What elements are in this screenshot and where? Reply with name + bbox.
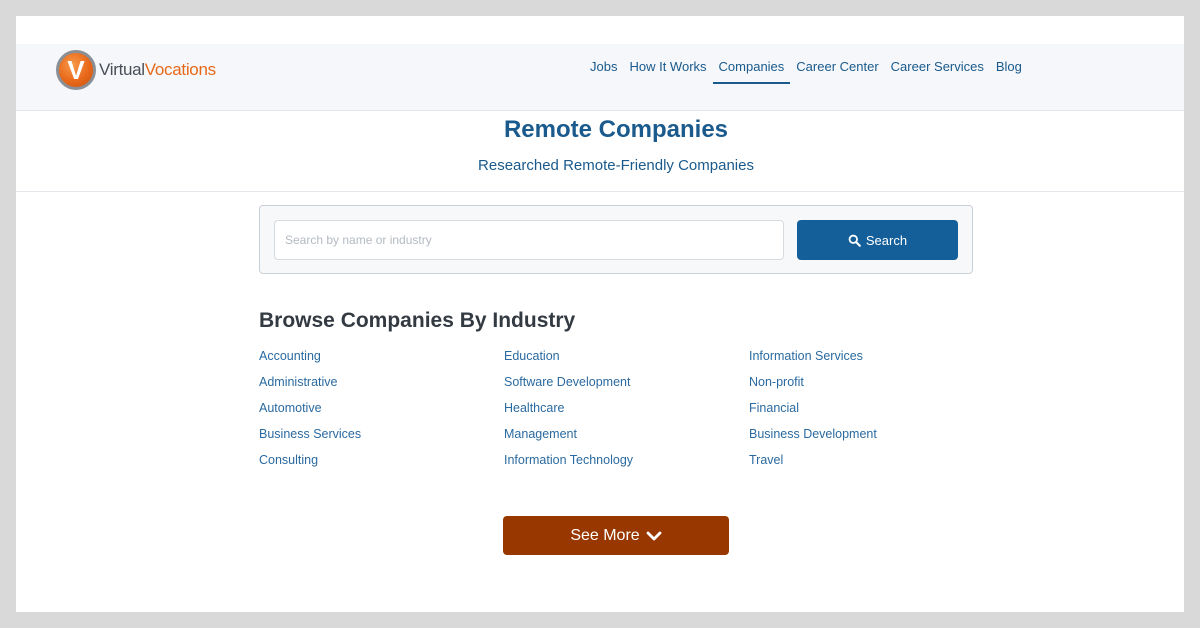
virtual-vocations-logo[interactable]: V VirtualVocations [56,48,216,92]
nav-how-it-works[interactable]: How It Works [623,44,712,88]
company-search-panel: Search [259,205,973,274]
top-navbar: V VirtualVocations Jobs How It Works Com… [16,44,1184,111]
industry-link-software-development[interactable]: Software Development [504,375,749,401]
page-title: Remote Companies [503,116,729,143]
logo-mark-icon: V [56,50,96,90]
browse-heading: Browse Companies By Industry [259,309,576,332]
nav-jobs[interactable]: Jobs [584,44,623,88]
nav-blog[interactable]: Blog [990,44,1028,88]
industry-link-accounting[interactable]: Accounting [259,349,504,375]
page: V VirtualVocations Jobs How It Works Com… [16,16,1184,612]
industry-grid: Accounting Education Information Service… [259,349,999,479]
industry-link-education[interactable]: Education [504,349,749,375]
header-divider [16,191,1184,192]
industry-link-administrative[interactable]: Administrative [259,375,504,401]
industry-link-non-profit[interactable]: Non-profit [749,375,994,401]
main-nav: Jobs How It Works Companies Career Cente… [584,44,1028,88]
logo-wordmark: VirtualVocations [99,60,216,80]
logo-word-virtual: Virtual [99,60,145,79]
nav-career-services[interactable]: Career Services [885,44,990,88]
industry-link-automotive[interactable]: Automotive [259,401,504,427]
nav-companies[interactable]: Companies [712,44,791,88]
industry-link-business-services[interactable]: Business Services [259,427,504,453]
industry-link-information-services[interactable]: Information Services [749,349,994,375]
industry-link-financial[interactable]: Financial [749,401,994,427]
nav-career-center[interactable]: Career Center [790,44,884,88]
industry-link-travel[interactable]: Travel [749,453,994,479]
company-search-input[interactable] [274,220,784,260]
search-button-label: Search [865,232,908,248]
industry-link-management[interactable]: Management [504,427,749,453]
see-more-button[interactable]: See More [503,516,729,555]
industry-link-information-technology[interactable]: Information Technology [504,453,749,479]
logo-word-vocations: Vocations [144,60,216,79]
industry-link-healthcare[interactable]: Healthcare [504,401,749,427]
search-button[interactable]: Search [797,220,958,260]
search-icon [848,234,861,247]
chevron-down-icon [646,531,662,540]
industry-link-business-development[interactable]: Business Development [749,427,994,453]
see-more-label: See More [570,526,640,544]
page-subtitle: Researched Remote-Friendly Companies [478,157,754,174]
industry-link-consulting[interactable]: Consulting [259,453,504,479]
